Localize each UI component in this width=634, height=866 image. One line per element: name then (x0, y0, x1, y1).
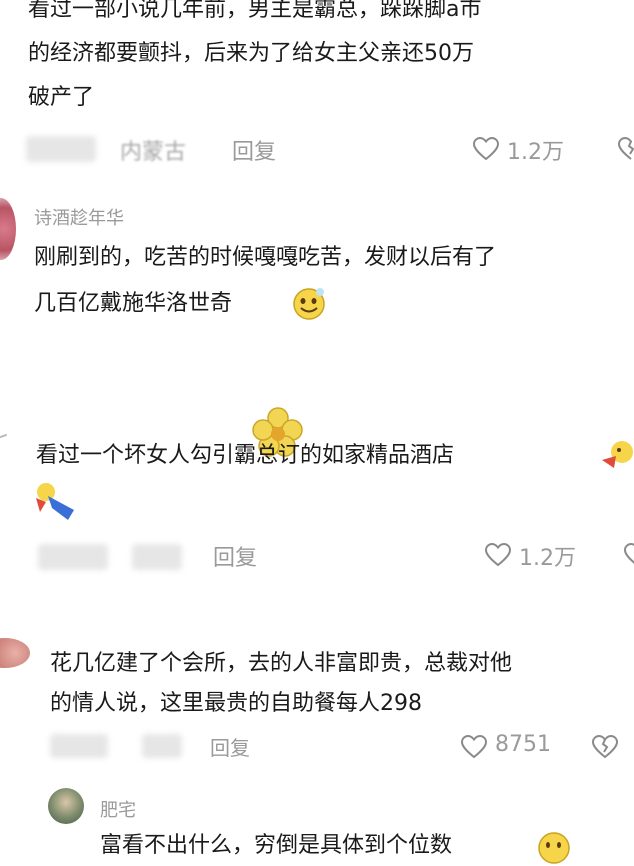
blurred-timestamp (26, 136, 96, 162)
comment-1-like-count: 1.2万 (507, 140, 564, 165)
comment-3-line-1: 看过一个坏女人勾引霸总订的如家精品酒店 (36, 443, 455, 468)
avatar[interactable] (0, 433, 13, 457)
blurred-location (132, 544, 182, 570)
comment-4-reply-button[interactable]: 回复 (210, 732, 250, 761)
comment-1-line-2: 的经济都要颤抖，后来为了给女主父亲还50万 (28, 41, 474, 66)
broken-heart-icon[interactable] (624, 543, 634, 567)
smiley-emoji (602, 441, 633, 468)
avatar[interactable] (0, 638, 30, 668)
blurred-timestamp (50, 734, 108, 758)
avatar[interactable] (48, 788, 84, 824)
comment-4-line-2: 的情人说，这里最贵的自助餐每人298 (50, 691, 422, 716)
blurred-location (142, 734, 182, 758)
broken-heart-icon[interactable] (592, 735, 618, 759)
comment-1-reply-button[interactable]: 回复 (232, 134, 276, 166)
comment-1-line-1: 看过一部小说几年前，男主是霸总，跺跺脚a市 (28, 0, 482, 22)
comment-3-reply-button[interactable]: 回复 (213, 540, 257, 572)
smiley-emoji (293, 288, 325, 320)
avatar[interactable] (0, 198, 16, 260)
comment-3-like-count: 1.2万 (519, 546, 576, 571)
smiley-emoji (36, 483, 74, 520)
comment-5-username[interactable]: 肥宅 (100, 796, 136, 822)
comment-1-line-3: 破产了 (28, 85, 95, 110)
heart-outline-icon[interactable] (473, 137, 499, 161)
blurred-timestamp (38, 544, 108, 570)
comment-4-line-1: 花几亿建了个会所，去的人非富即贵，总裁对他 (50, 651, 513, 676)
comment-1-location: 内蒙古 (120, 140, 187, 165)
heart-outline-icon[interactable] (461, 735, 487, 759)
comment-2-line-1: 刚刷到的，吃苦的时候嘎嘎吃苦，发财以后有了 (34, 245, 497, 270)
comment-2-username[interactable]: 诗酒趁年华 (34, 204, 124, 230)
smiley-emoji (538, 832, 570, 864)
comment-2-line-2: 几百亿戴施华洛世奇 (34, 291, 233, 316)
comment-5-line-1: 富看不出什么，穷倒是具体到个位数 (100, 833, 453, 858)
heart-outline-icon[interactable] (485, 543, 511, 567)
broken-heart-icon[interactable] (618, 137, 634, 161)
comment-4-like-count: 8751 (495, 732, 551, 757)
